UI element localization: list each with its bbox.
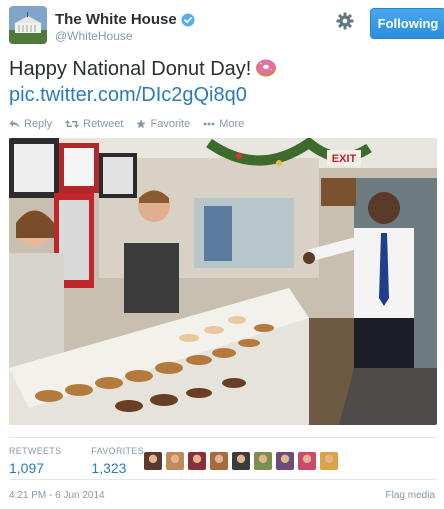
name-row: The White House — [55, 11, 195, 28]
favoriter-avatar[interactable] — [254, 452, 272, 470]
user-handle[interactable]: @WhiteHouse — [55, 29, 133, 43]
tweet-message: Happy National Donut Day! — [9, 58, 252, 80]
favoriter-avatar[interactable] — [232, 452, 250, 470]
reply-icon — [9, 120, 20, 128]
favoriter-avatar[interactable] — [298, 452, 316, 470]
display-name[interactable]: The White House — [55, 11, 177, 28]
favoriter-avatar[interactable] — [276, 452, 294, 470]
retweet-label: Retweet — [83, 118, 124, 130]
reply-label: Reply — [24, 118, 53, 130]
more-dots-icon — [203, 122, 215, 126]
favorites-label: FAVORITES — [91, 446, 144, 456]
tweet-timestamp[interactable]: 4:21 PM - 6 Jun 2014 — [9, 490, 105, 501]
favoriter-avatar[interactable] — [320, 452, 338, 470]
profile-avatar[interactable] — [9, 6, 47, 44]
favoriter-avatar[interactable] — [166, 452, 184, 470]
tweet-photo[interactable]: EXIT — [9, 138, 437, 425]
star-icon — [136, 119, 147, 129]
stats-divider-bottom — [9, 479, 437, 480]
favoriter-avatar[interactable] — [188, 452, 206, 470]
favorite-button[interactable]: Favorite — [136, 118, 190, 130]
retweet-icon — [65, 120, 80, 128]
tweet-media-link[interactable]: pic.twitter.com/DIc2gQi8q0 — [9, 82, 437, 108]
favoriter-avatars — [144, 452, 342, 470]
favorite-label: Favorite — [150, 118, 191, 130]
tweet-text: Happy National Donut Day! pic.twitter.co… — [9, 56, 437, 108]
following-button[interactable]: Following — [370, 8, 444, 39]
retweets-stat[interactable]: RETWEETS 1,097 — [9, 446, 61, 476]
verified-badge-icon — [181, 13, 195, 26]
tweet-actions: Reply Retweet Favorite More — [9, 118, 257, 130]
retweets-label: RETWEETS — [9, 446, 62, 456]
flag-media-link[interactable]: Flag media — [386, 490, 435, 501]
retweet-button[interactable]: Retweet — [65, 118, 123, 130]
gear-icon[interactable] — [335, 11, 355, 31]
favoriter-avatar[interactable] — [210, 452, 228, 470]
reply-button[interactable]: Reply — [9, 118, 52, 130]
more-label: More — [219, 118, 245, 130]
donut-emoji — [256, 59, 277, 77]
more-button[interactable]: More — [203, 118, 244, 130]
favorites-stat[interactable]: FAVORITES 1,323 — [91, 446, 144, 476]
favoriter-avatar[interactable] — [144, 452, 162, 470]
retweets-count: 1,097 — [9, 460, 45, 476]
stats-divider-top — [9, 437, 437, 438]
favorites-count: 1,323 — [91, 460, 127, 476]
tweet-header: The White House @WhiteHouse Following — [9, 6, 444, 46]
svg-text:EXIT: EXIT — [332, 153, 357, 165]
